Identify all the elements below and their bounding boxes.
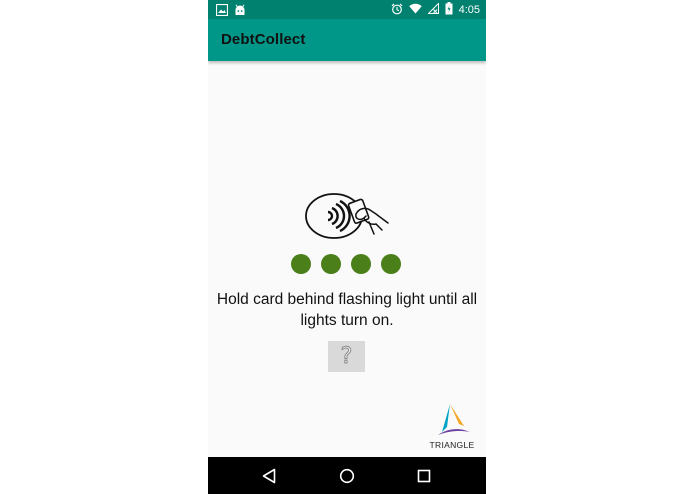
indicator-lights [291,254,401,274]
status-bar: 4:05 [208,0,486,19]
instruction-text: Hold card behind flashing light until al… [216,291,478,329]
brand-name: TRIANGLE [429,440,475,450]
navigation-bar [208,457,486,494]
back-icon[interactable] [258,465,280,487]
indicator-light [291,254,311,274]
app-bar: DebtCollect [208,19,486,61]
indicator-light [351,254,371,274]
alarm-icon [391,3,403,18]
battery-icon [445,2,453,18]
help-button[interactable]: ? [328,341,365,372]
system-status-icons: 4:05 [391,2,480,18]
phone-screen: 4:05 DebtCollect Hold card behind flashi… [208,0,486,494]
triangle-logo-icon [432,402,472,438]
app-title: DebtCollect [221,31,306,48]
help-icon: ? [340,344,353,370]
indicator-light [321,254,341,274]
contactless-card-icon [304,190,390,242]
wifi-icon [408,3,422,17]
status-time: 4:05 [458,3,480,16]
recents-icon[interactable] [413,465,435,487]
home-icon[interactable] [336,465,358,487]
indicator-light [381,254,401,274]
no-signal-icon [426,2,439,17]
